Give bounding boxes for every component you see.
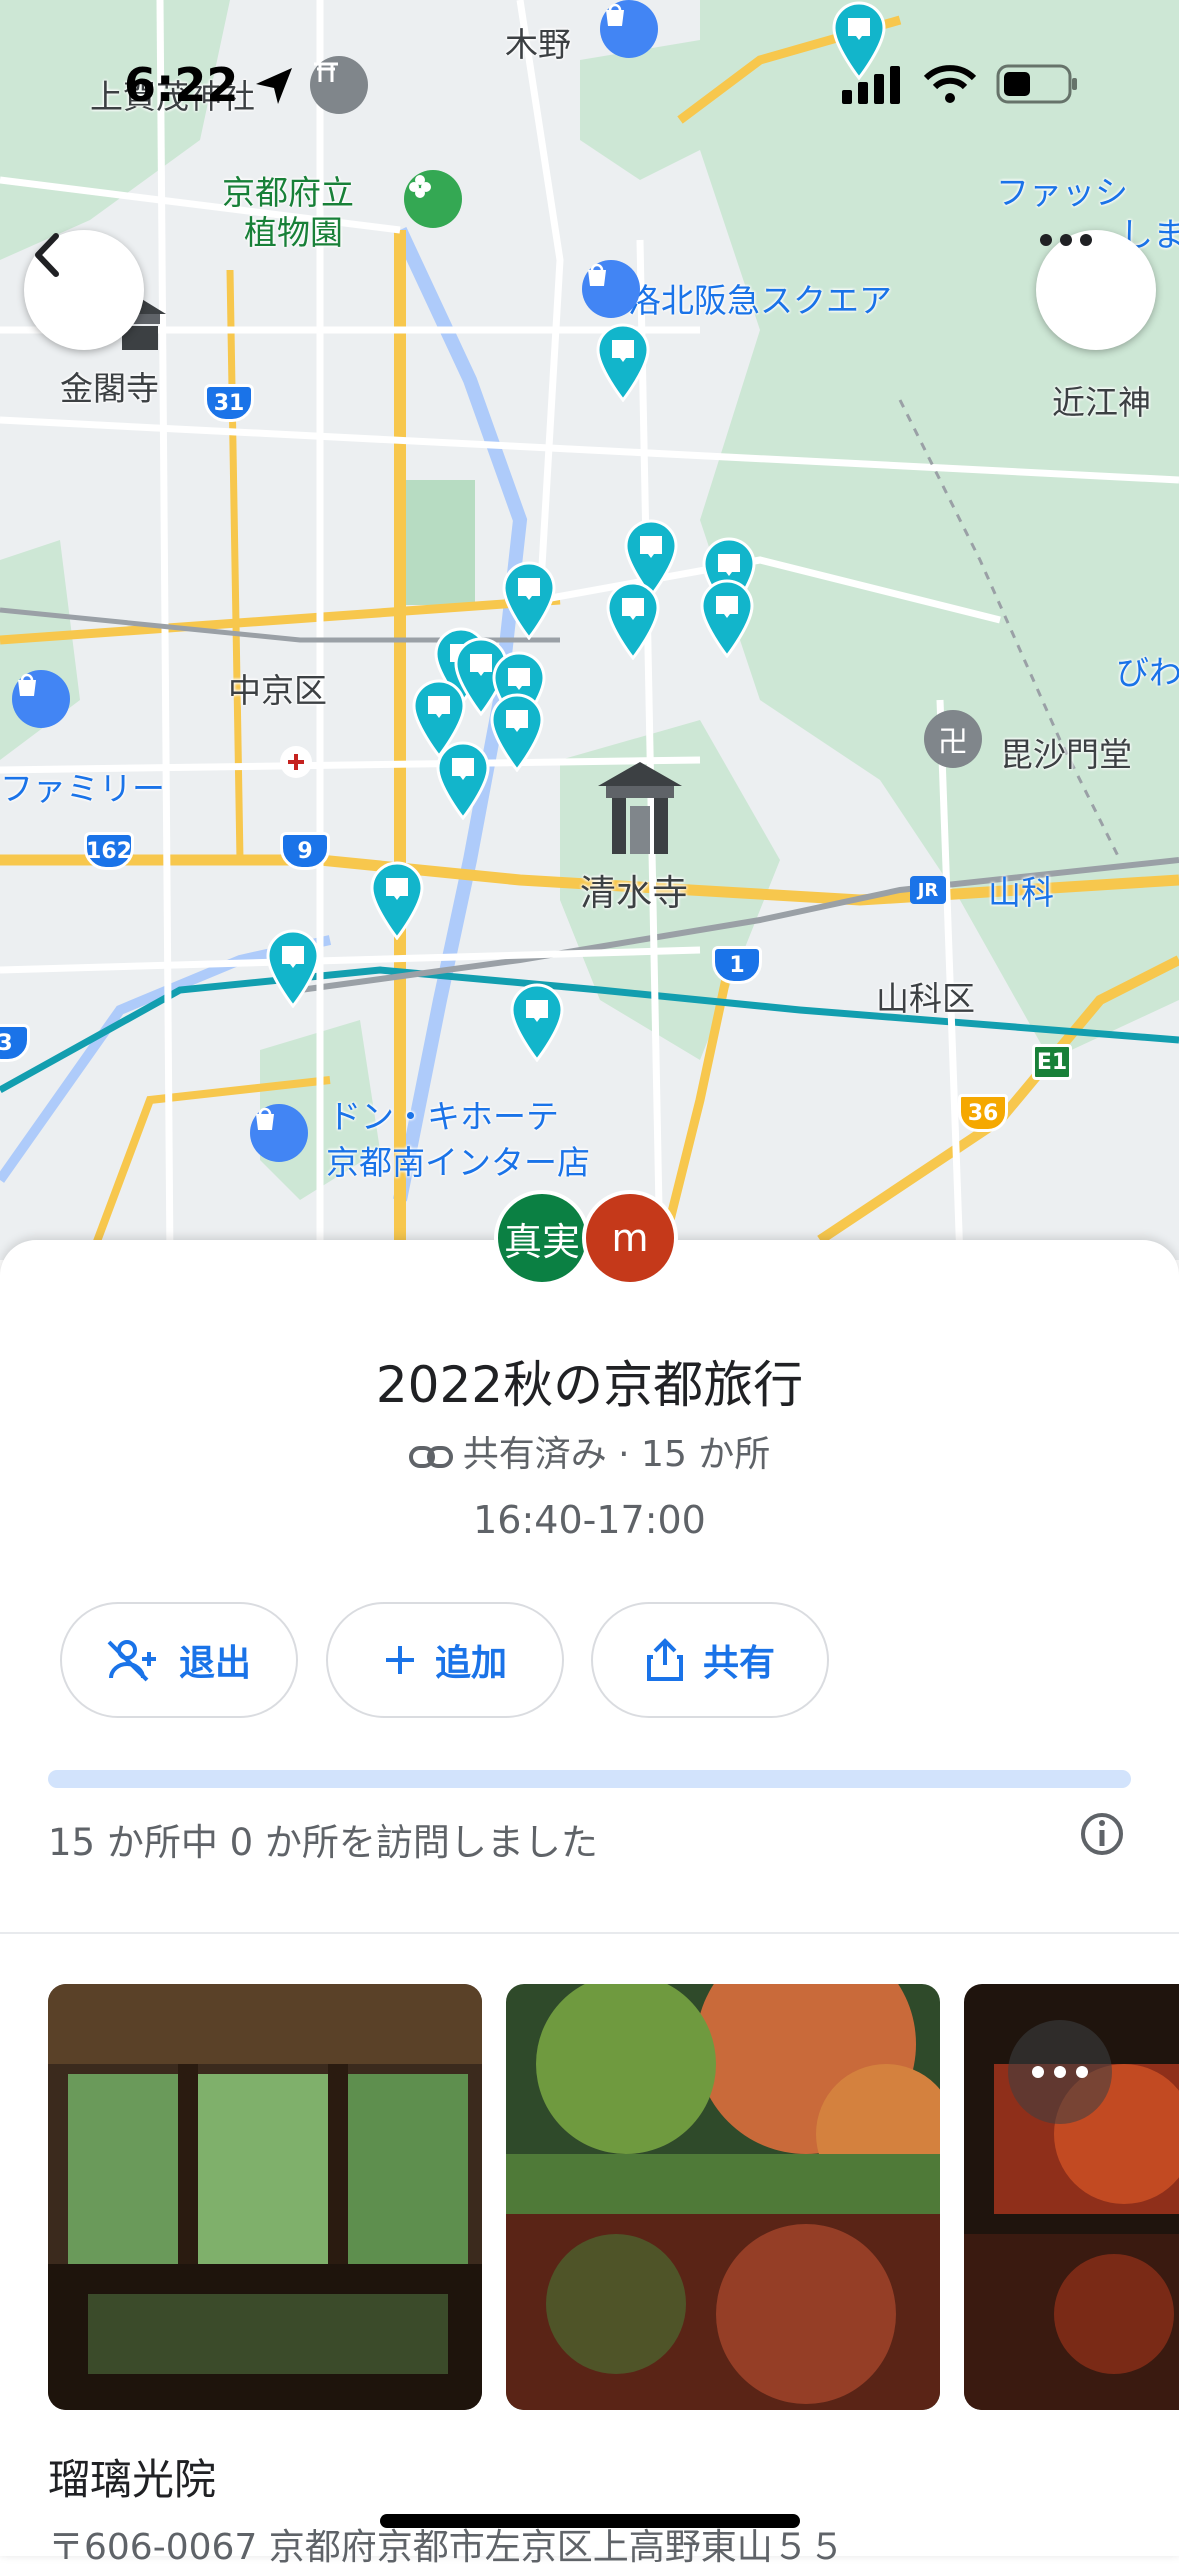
wifi-icon bbox=[923, 65, 977, 103]
avatar-label: m bbox=[611, 1216, 649, 1260]
status-bar: 6:22 bbox=[0, 58, 1179, 118]
saved-place-pin[interactable] bbox=[508, 982, 566, 1062]
leave-button[interactable]: 退出 bbox=[60, 1602, 298, 1718]
map-label-fashion-1: ファッシ bbox=[996, 173, 1128, 212]
saved-place-pin[interactable] bbox=[604, 580, 662, 660]
saved-place-pin[interactable] bbox=[488, 692, 546, 772]
chevron-left-icon bbox=[35, 233, 59, 277]
place-photo[interactable] bbox=[964, 1984, 1179, 2410]
avatar[interactable]: m bbox=[582, 1190, 678, 1286]
map-label-family: ファミリー bbox=[0, 769, 165, 808]
map-label-yamashina-ku: 山科区 bbox=[876, 979, 975, 1018]
link-icon bbox=[408, 1446, 453, 1468]
map-label-botanical-1: 京都府立 bbox=[222, 173, 354, 212]
map-label-donki-2: 京都南インター店 bbox=[326, 1143, 590, 1182]
more-horizontal-icon bbox=[1040, 234, 1092, 246]
saved-place-pin[interactable] bbox=[500, 560, 558, 640]
jr-icon: JR bbox=[910, 876, 946, 904]
map-label-donki-1: ドン・キホーテ bbox=[328, 1097, 559, 1136]
divider bbox=[0, 1932, 1179, 1934]
route-shield-9: 9 bbox=[280, 832, 330, 870]
location-arrow-icon bbox=[256, 68, 292, 104]
shopping-bag-icon[interactable] bbox=[582, 260, 640, 318]
shopping-bag-icon[interactable] bbox=[250, 1104, 308, 1162]
avatar[interactable]: 真実 bbox=[494, 1190, 590, 1286]
saved-place-pin[interactable] bbox=[698, 578, 756, 658]
saved-place-pin[interactable] bbox=[264, 928, 322, 1008]
map-label-yamashina-station: 山科 bbox=[988, 873, 1054, 912]
add-button[interactable]: 追加 bbox=[326, 1602, 564, 1718]
back-button[interactable] bbox=[24, 230, 144, 350]
place-name[interactable]: 瑠璃光院 bbox=[48, 2446, 216, 2507]
saved-place-pin[interactable] bbox=[368, 860, 426, 940]
signal-icon bbox=[842, 66, 900, 104]
map-label-rakuhoku: 洛北阪急スクエア bbox=[628, 281, 892, 320]
more-options-button[interactable] bbox=[1036, 230, 1156, 350]
time-range: 16:40-17:00 bbox=[473, 1498, 706, 1542]
map-label-kinkakuji: 金閣寺 bbox=[60, 369, 159, 408]
avatar-label: 真実 bbox=[503, 1219, 580, 1264]
saved-place-pin[interactable] bbox=[594, 322, 652, 402]
place-photo[interactable] bbox=[506, 1984, 940, 2410]
status-time: 6:22 bbox=[124, 58, 239, 112]
landmark-icon[interactable] bbox=[278, 744, 314, 780]
map-label-nakagyo: 中京区 bbox=[228, 671, 327, 710]
shopping-bag-icon[interactable] bbox=[600, 0, 658, 58]
shopping-bag-icon[interactable] bbox=[12, 670, 70, 728]
route-shield-1: 1 bbox=[712, 946, 762, 984]
map-label-kino: 木野 bbox=[505, 25, 571, 64]
map-label-botanical-2: 植物園 bbox=[244, 213, 343, 252]
kiyomizu-temple-icon[interactable] bbox=[594, 756, 686, 860]
map-view[interactable]: 上賀茂神社 木野 京都府立 植物園 洛北阪急スクエア 金閣寺 ファッシ しま 近… bbox=[0, 0, 1179, 1260]
leave-label: 退出 bbox=[178, 1643, 251, 1684]
home-indicator[interactable] bbox=[380, 2514, 800, 2528]
saved-place-pin[interactable] bbox=[434, 740, 492, 820]
route-shield-162: 162 bbox=[84, 832, 134, 870]
temple-icon[interactable]: 卍 bbox=[924, 710, 982, 768]
add-label: 追加 bbox=[434, 1643, 507, 1684]
share-button[interactable]: 共有 bbox=[591, 1602, 829, 1718]
more-horizontal-icon bbox=[1032, 2066, 1088, 2078]
map-label-omi: 近江神 bbox=[1052, 383, 1151, 422]
photo-more-button[interactable] bbox=[1008, 2020, 1112, 2124]
route-shield-36: 36 bbox=[958, 1094, 1008, 1132]
map-label-biwa: びわ bbox=[1116, 653, 1179, 692]
share-label: 共有 bbox=[702, 1643, 775, 1684]
battery-icon bbox=[996, 64, 1077, 104]
route-shield-e1: E1 bbox=[1032, 1044, 1072, 1080]
leave-person-icon bbox=[107, 1640, 156, 1682]
plus-icon bbox=[385, 1646, 414, 1674]
map-label-bishamon: 毘沙門堂 bbox=[1000, 735, 1132, 774]
shared-count-label: 共有済み · 15 か所 bbox=[462, 1434, 771, 1475]
info-icon[interactable] bbox=[1078, 1810, 1126, 1858]
route-shield-31: 31 bbox=[204, 384, 254, 422]
list-detail-sheet[interactable]: 真実 m 2022秋の京都旅行 共有済み · 15 か所 16:40-17:00… bbox=[0, 1190, 1179, 2568]
botanical-garden-icon[interactable] bbox=[404, 170, 462, 228]
share-icon bbox=[646, 1638, 683, 1681]
list-meta: 共有済み · 15 か所 bbox=[0, 1425, 1179, 1477]
visited-count-text: 15 か所中 0 か所を訪問しました bbox=[48, 1821, 598, 1864]
map-label-kiyomizu: 清水寺 bbox=[580, 873, 689, 914]
visit-progress-bar bbox=[48, 1770, 1131, 1788]
list-title: 2022秋の京都旅行 bbox=[375, 1356, 804, 1414]
place-photo[interactable] bbox=[48, 1984, 482, 2410]
